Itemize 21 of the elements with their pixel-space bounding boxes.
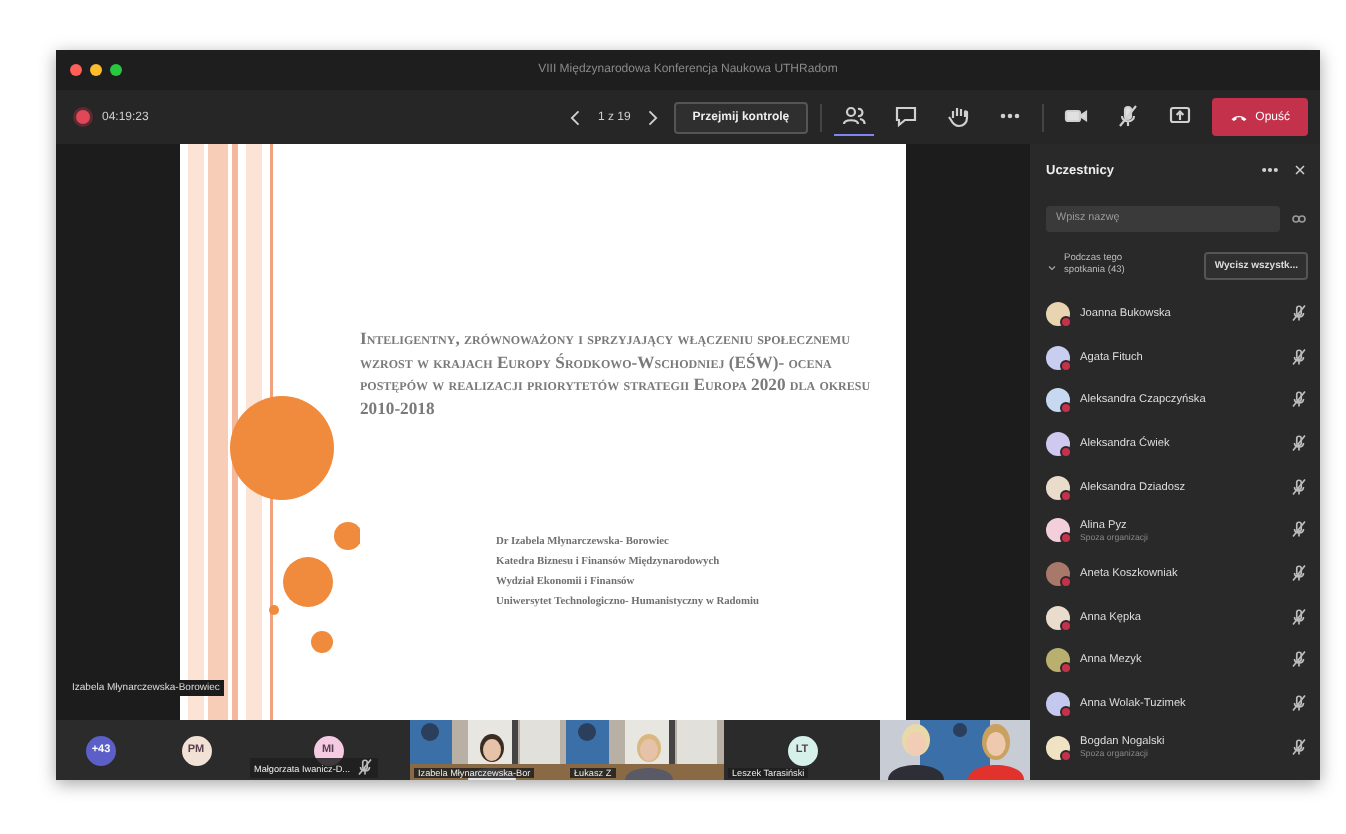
mic-off-icon — [1290, 607, 1308, 626]
mic-off-icon — [1290, 433, 1308, 452]
mic-off-icon — [356, 758, 374, 776]
chevron-down-icon — [1046, 262, 1058, 274]
mic-off-icon — [1290, 737, 1308, 756]
mic-off-icon — [1290, 390, 1308, 409]
mic-off-icon — [1115, 104, 1140, 128]
mic-off-icon — [1290, 563, 1308, 582]
share-screen-icon — [1167, 104, 1192, 128]
mic-off-icon — [1290, 477, 1308, 496]
mic-off-icon — [1290, 650, 1308, 669]
mic-off-icon — [1290, 520, 1308, 539]
mic-off-icon — [1290, 347, 1308, 366]
mic-off-icon — [1290, 694, 1308, 713]
people-icon — [841, 104, 866, 128]
camera-icon — [1063, 104, 1088, 128]
close-icon — [1292, 162, 1308, 178]
hand-icon — [945, 104, 970, 128]
chat-icon — [893, 104, 918, 128]
mic-off-icon — [1290, 303, 1308, 322]
slide-title: Inteligentny, zrównoważony i sprzyjający włączeniu społecznemu wzrost w krajach Europy Środkowo-Wschodniej (EŚW)- ocena postępów w realizacji priorytetów strategii Europa 2020 dla okresu 2010-2018 — [360, 328, 873, 420]
